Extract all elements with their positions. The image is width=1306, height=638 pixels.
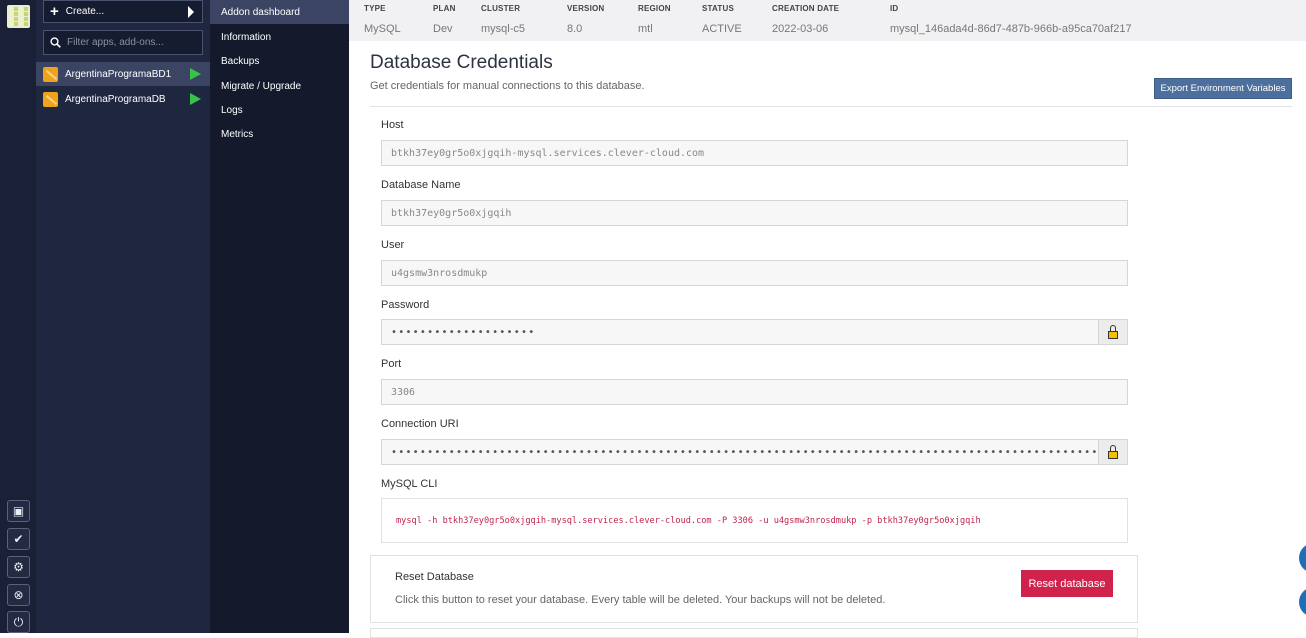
info-status-head: STATUS xyxy=(702,4,735,13)
caret-right-icon xyxy=(188,6,194,18)
info-created-head: CREATION DATE xyxy=(772,4,840,13)
host-label: Host xyxy=(381,119,404,131)
logout-power-icon[interactable]: ⏻ xyxy=(7,611,30,633)
addon-menu: Addon dashboard Information Backups Migr… xyxy=(210,0,349,633)
lock-icon xyxy=(1108,324,1118,339)
lock-icon xyxy=(1108,444,1118,459)
console-icon[interactable]: ▣ xyxy=(7,500,30,522)
connection-uri-field[interactable]: ••••••••••••••••••••••••••••••••••••••••… xyxy=(381,439,1099,465)
info-id-value: mysql_146ada4d-86d7-487b-966b-a95ca70af2… xyxy=(890,23,1132,35)
info-status-value: ACTIVE xyxy=(702,23,742,35)
main-content: TYPE MySQL PLAN Dev CLUSTER mysql-c5 VER… xyxy=(349,0,1306,638)
connection-uri-label: Connection URI xyxy=(381,418,459,430)
running-status-icon xyxy=(190,68,201,80)
help-tab-icon[interactable] xyxy=(1299,587,1306,617)
addon-info-bar: TYPE MySQL PLAN Dev CLUSTER mysql-c5 VER… xyxy=(349,0,1306,41)
info-plan-value: Dev xyxy=(433,23,453,35)
reveal-uri-button[interactable] xyxy=(1098,439,1128,465)
help-lifebuoy-icon[interactable]: ⊗ xyxy=(7,584,30,606)
app-item-label: ArgentinaProgramaBD1 xyxy=(65,68,172,80)
next-panel xyxy=(370,628,1138,638)
password-label: Password xyxy=(381,299,430,311)
user-field[interactable]: u4gsmw3nrosdmukp xyxy=(381,260,1128,286)
info-id-head: ID xyxy=(890,4,899,13)
password-field[interactable]: •••••••••••••••••••• xyxy=(381,319,1099,345)
mysql-cli-label: MySQL CLI xyxy=(381,478,438,490)
info-region-value: mtl xyxy=(638,23,653,35)
database-name-label: Database Name xyxy=(381,179,461,191)
page-subtitle: Get credentials for manual connections t… xyxy=(370,80,645,92)
host-field[interactable]: btkh37ey0gr5o0xjgqih-mysql.services.clev… xyxy=(381,140,1128,166)
port-field[interactable]: 3306 xyxy=(381,379,1128,405)
info-version-value: 8.0 xyxy=(567,23,583,35)
info-created-value: 2022-03-06 xyxy=(772,23,829,35)
database-name-field[interactable]: btkh37ey0gr5o0xjgqih xyxy=(381,200,1128,226)
create-label: Create... xyxy=(65,6,105,17)
settings-gear-icon[interactable]: ⚙ xyxy=(7,556,30,578)
info-version-head: VERSION xyxy=(567,4,605,13)
clever-cloud-logo-icon[interactable] xyxy=(7,5,30,28)
app-item-argentinaprogramadb[interactable]: ArgentinaProgramaDB xyxy=(36,87,210,111)
info-region-head: REGION xyxy=(638,4,671,13)
running-status-icon xyxy=(190,93,201,105)
port-label: Port xyxy=(381,358,402,370)
menu-item-addon-dashboard[interactable]: Addon dashboard xyxy=(210,0,349,24)
reset-database-button[interactable]: Reset database xyxy=(1021,570,1113,597)
page-title: Database Credentials xyxy=(370,52,553,73)
mysql-addon-icon xyxy=(43,91,58,107)
menu-item-migrate-upgrade[interactable]: Migrate / Upgrade xyxy=(210,74,349,98)
reset-description: Click this button to reset your database… xyxy=(395,594,886,606)
reveal-password-button[interactable] xyxy=(1098,319,1128,345)
menu-item-backups[interactable]: Backups xyxy=(210,49,349,73)
info-type-value: MySQL xyxy=(364,23,401,35)
chat-tab-icon[interactable] xyxy=(1299,543,1306,573)
search-icon xyxy=(50,37,61,48)
info-cluster-head: CLUSTER xyxy=(481,4,521,13)
status-check-icon[interactable]: ✔ xyxy=(7,528,30,550)
mysql-addon-icon xyxy=(43,66,58,82)
menu-item-logs[interactable]: Logs xyxy=(210,98,349,122)
create-button[interactable]: + Create... xyxy=(43,0,203,23)
export-env-vars-button[interactable]: Export Environment Variables xyxy=(1154,78,1292,99)
app-item-argentinaprogramabd1[interactable]: ArgentinaProgramaBD1 xyxy=(36,62,210,86)
menu-item-metrics[interactable]: Metrics xyxy=(210,122,349,146)
divider xyxy=(370,106,1292,107)
plus-icon: + xyxy=(50,3,59,20)
info-cluster-value: mysql-c5 xyxy=(481,23,526,35)
reset-title: Reset Database xyxy=(395,571,474,583)
mysql-cli-command[interactable]: mysql -h btkh37ey0gr5o0xjgqih-mysql.serv… xyxy=(381,498,1128,543)
menu-item-information[interactable]: Information xyxy=(210,25,349,49)
info-type-head: TYPE xyxy=(364,4,386,13)
reset-database-panel: Reset Database Click this button to rese… xyxy=(370,555,1138,623)
filter-input[interactable] xyxy=(67,37,197,48)
app-item-label: ArgentinaProgramaDB xyxy=(65,93,166,105)
apps-sidebar: + Create... ArgentinaProgramaBD1 Argenti… xyxy=(36,0,210,633)
user-label: User xyxy=(381,239,405,251)
info-plan-head: PLAN xyxy=(433,4,456,13)
icon-rail: ▣ ✔ ⚙ ⊗ ⏻ xyxy=(0,0,36,633)
filter-box xyxy=(43,30,203,55)
